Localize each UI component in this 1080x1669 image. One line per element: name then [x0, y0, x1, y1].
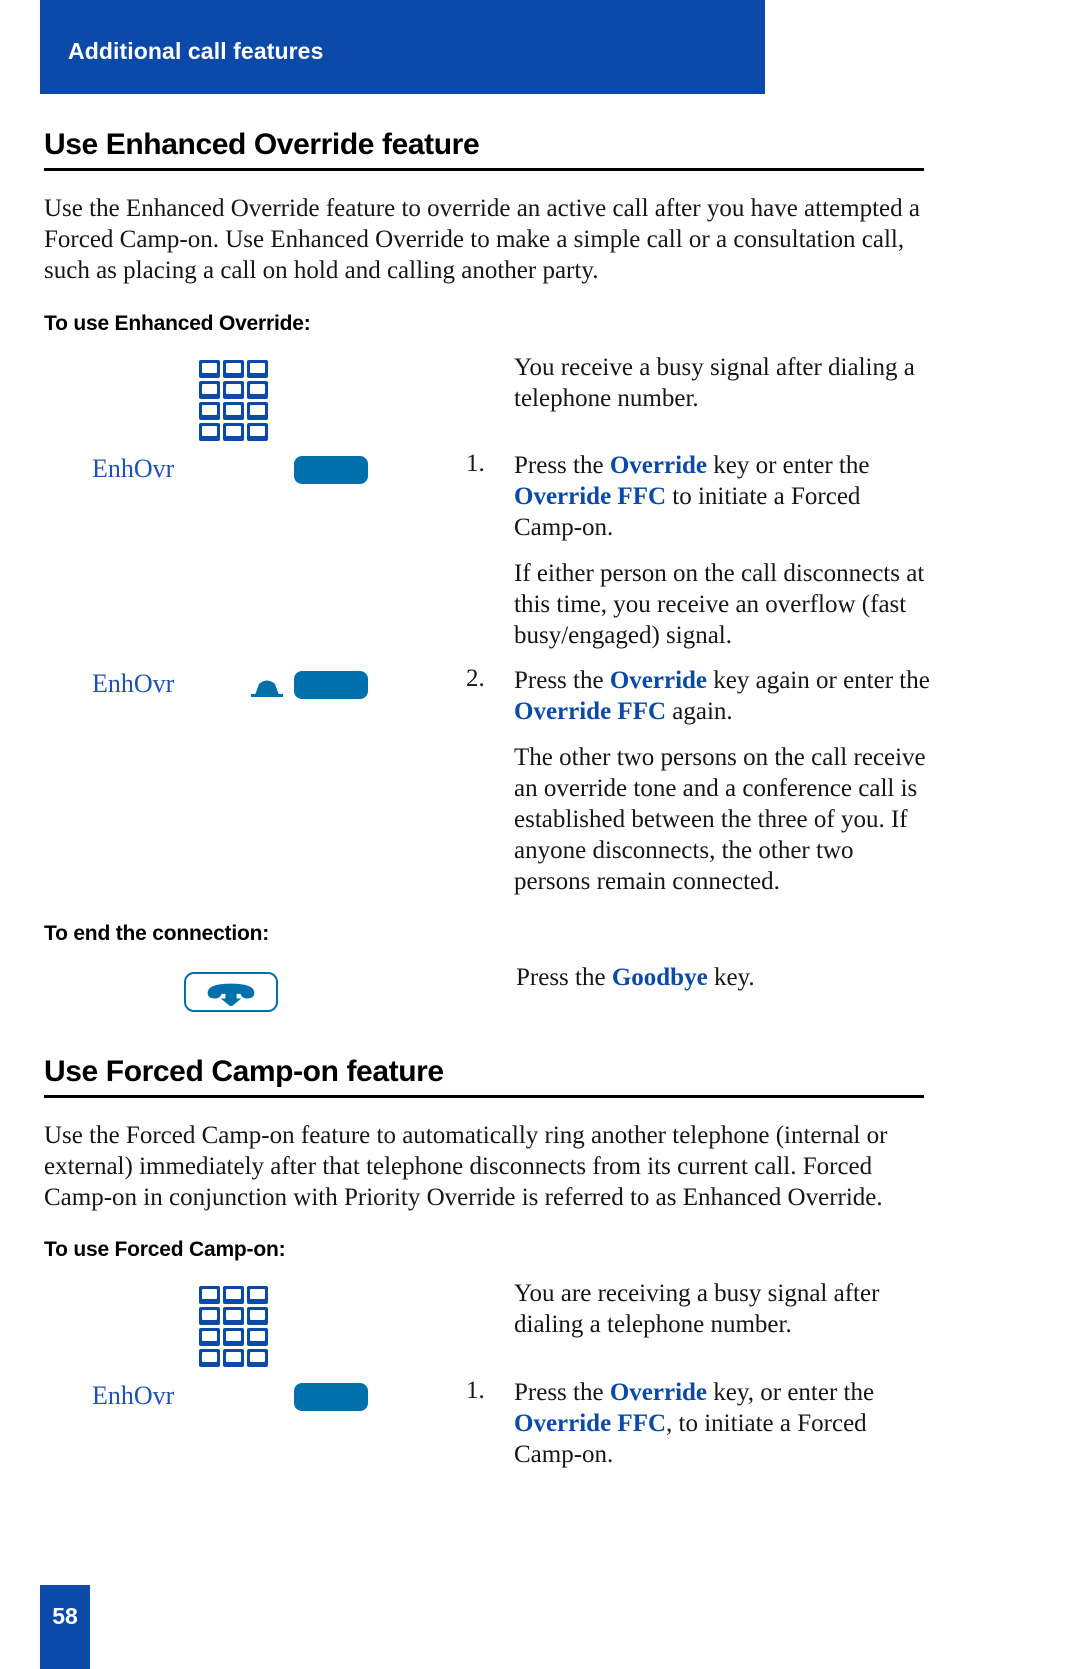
keypad-icon — [199, 360, 268, 441]
title-divider — [44, 1095, 924, 1098]
page-number-badge: 58 — [40, 1585, 90, 1669]
step-row-goodbye: Press the Goodbye key. — [44, 962, 934, 1012]
keypad-key — [199, 360, 220, 378]
keypad-key — [247, 381, 268, 399]
subheading-to-end-the-connection: To end the connection: — [44, 922, 924, 946]
title-divider — [44, 168, 924, 171]
icon-column — [44, 742, 464, 743]
text-part: Press the — [514, 667, 610, 694]
text-part: Press the — [514, 452, 610, 479]
icon-column — [44, 558, 464, 559]
icon-column — [44, 962, 464, 1012]
text-part: Press the — [516, 964, 612, 991]
keypad-key — [199, 1328, 220, 1346]
icon-column — [44, 352, 464, 441]
goodbye-instruction-text: Press the Goodbye key. — [514, 962, 934, 993]
icon-column — [44, 1278, 464, 1367]
intro-paragraph: Use the Enhanced Override feature to ove… — [44, 195, 920, 284]
step-row-keypad-2: You are receiving a busy signal after di… — [44, 1278, 934, 1367]
keypad-key — [223, 423, 244, 441]
soft-key-label-enhovr: EnhOvr — [92, 454, 175, 483]
subheading-label: To use Enhanced Override: — [44, 312, 311, 335]
step-row-2-note: The other two persons on the call receiv… — [44, 742, 934, 897]
keypad-key — [199, 402, 220, 420]
text-part: Press the — [514, 1379, 610, 1406]
goodbye-handset-down-icon — [184, 972, 278, 1012]
step-row-forced-1: EnhOvr 1. Press the Override key, or ent… — [44, 1377, 934, 1470]
keypad-key — [223, 381, 244, 399]
running-header-title: Additional call features — [68, 38, 324, 64]
keypad-key — [247, 1349, 268, 1367]
page-title: Use Enhanced Override feature — [44, 128, 480, 161]
override-key-term: Override — [609, 667, 708, 694]
keypad-key — [223, 1328, 244, 1346]
keypad-key — [223, 1286, 244, 1304]
soft-key-label-enhovr: EnhOvr — [92, 1381, 175, 1410]
subheading-to-use-enhanced-override: To use Enhanced Override: — [44, 312, 924, 336]
soft-key-icon — [294, 456, 368, 484]
step-row-1: EnhOvr 1. Press the Override key or ente… — [44, 450, 934, 543]
step-number: 1. — [466, 450, 485, 477]
keypad-key — [247, 423, 268, 441]
keypad-icon — [199, 1286, 268, 1367]
step-instruction-text: Press the Override key, or enter the Ove… — [514, 1377, 934, 1470]
step-note-text: The other two persons on the call receiv… — [514, 744, 926, 895]
soft-key-label-enhovr: EnhOvr — [92, 669, 175, 698]
step-note-text: If either person on the call disconnects… — [514, 560, 925, 649]
keypad-instruction-text: You receive a busy signal after dialing … — [514, 354, 915, 412]
keypad-key — [223, 1349, 244, 1367]
handset-off-hook-icon — [249, 675, 285, 697]
soft-key-icon — [294, 671, 368, 699]
text-part: key or enter the — [707, 452, 870, 479]
step-number: 2. — [466, 665, 485, 692]
keypad-key — [247, 1307, 268, 1325]
text-part: key, or enter the — [707, 1379, 875, 1406]
keypad-key — [199, 381, 220, 399]
section-forced-camp-on: Use Forced Camp-on feature Use the Force… — [44, 1055, 924, 1213]
icon-column: EnhOvr — [44, 450, 464, 484]
keypad-key — [223, 402, 244, 420]
keypad-instruction-text: You are receiving a busy signal after di… — [514, 1280, 880, 1338]
override-ffc-term: Override FFC — [514, 483, 667, 510]
keypad-key — [199, 423, 220, 441]
text-part: key. — [707, 964, 755, 991]
goodbye-key-term: Goodbye — [611, 964, 708, 991]
intro-paragraph: Use the Forced Camp-on feature to automa… — [44, 1122, 888, 1211]
step-row-1-note: If either person on the call disconnects… — [44, 558, 934, 651]
keypad-key — [223, 360, 244, 378]
keypad-key — [223, 1307, 244, 1325]
step-number: 1. — [466, 1377, 485, 1404]
override-key-term: Override — [609, 1379, 708, 1406]
keypad-key — [247, 1328, 268, 1346]
keypad-key — [247, 360, 268, 378]
override-key-term: Override — [609, 452, 708, 479]
step-instruction-text: Press the Override key or enter the Over… — [514, 450, 934, 543]
icon-column: EnhOvr — [44, 1377, 464, 1411]
icon-column: EnhOvr — [44, 665, 464, 699]
step-row-keypad-1: You receive a busy signal after dialing … — [44, 352, 934, 441]
subheading-to-use-forced-camp-on: To use Forced Camp-on: — [44, 1238, 924, 1262]
step-instruction-text: Press the Override key again or enter th… — [514, 665, 934, 727]
page-title: Use Forced Camp-on feature — [44, 1055, 444, 1088]
keypad-key — [199, 1286, 220, 1304]
text-part: again. — [666, 698, 733, 725]
soft-key-icon — [294, 1383, 368, 1411]
subheading-label: To end the connection: — [44, 922, 270, 945]
keypad-key — [199, 1349, 220, 1367]
running-header-band: Additional call features — [40, 0, 765, 94]
step-row-2: EnhOvr 2. Press the Override key again o… — [44, 665, 934, 727]
override-ffc-term: Override FFC — [514, 698, 667, 725]
page-number: 58 — [52, 1603, 78, 1629]
keypad-key — [199, 1307, 220, 1325]
override-ffc-term: Override FFC — [514, 1410, 667, 1437]
keypad-key — [247, 402, 268, 420]
text-part: key again or enter the — [707, 667, 930, 694]
section-enhanced-override: Use Enhanced Override feature Use the En… — [44, 128, 924, 286]
subheading-label: To use Forced Camp-on: — [44, 1238, 286, 1261]
keypad-key — [247, 1286, 268, 1304]
